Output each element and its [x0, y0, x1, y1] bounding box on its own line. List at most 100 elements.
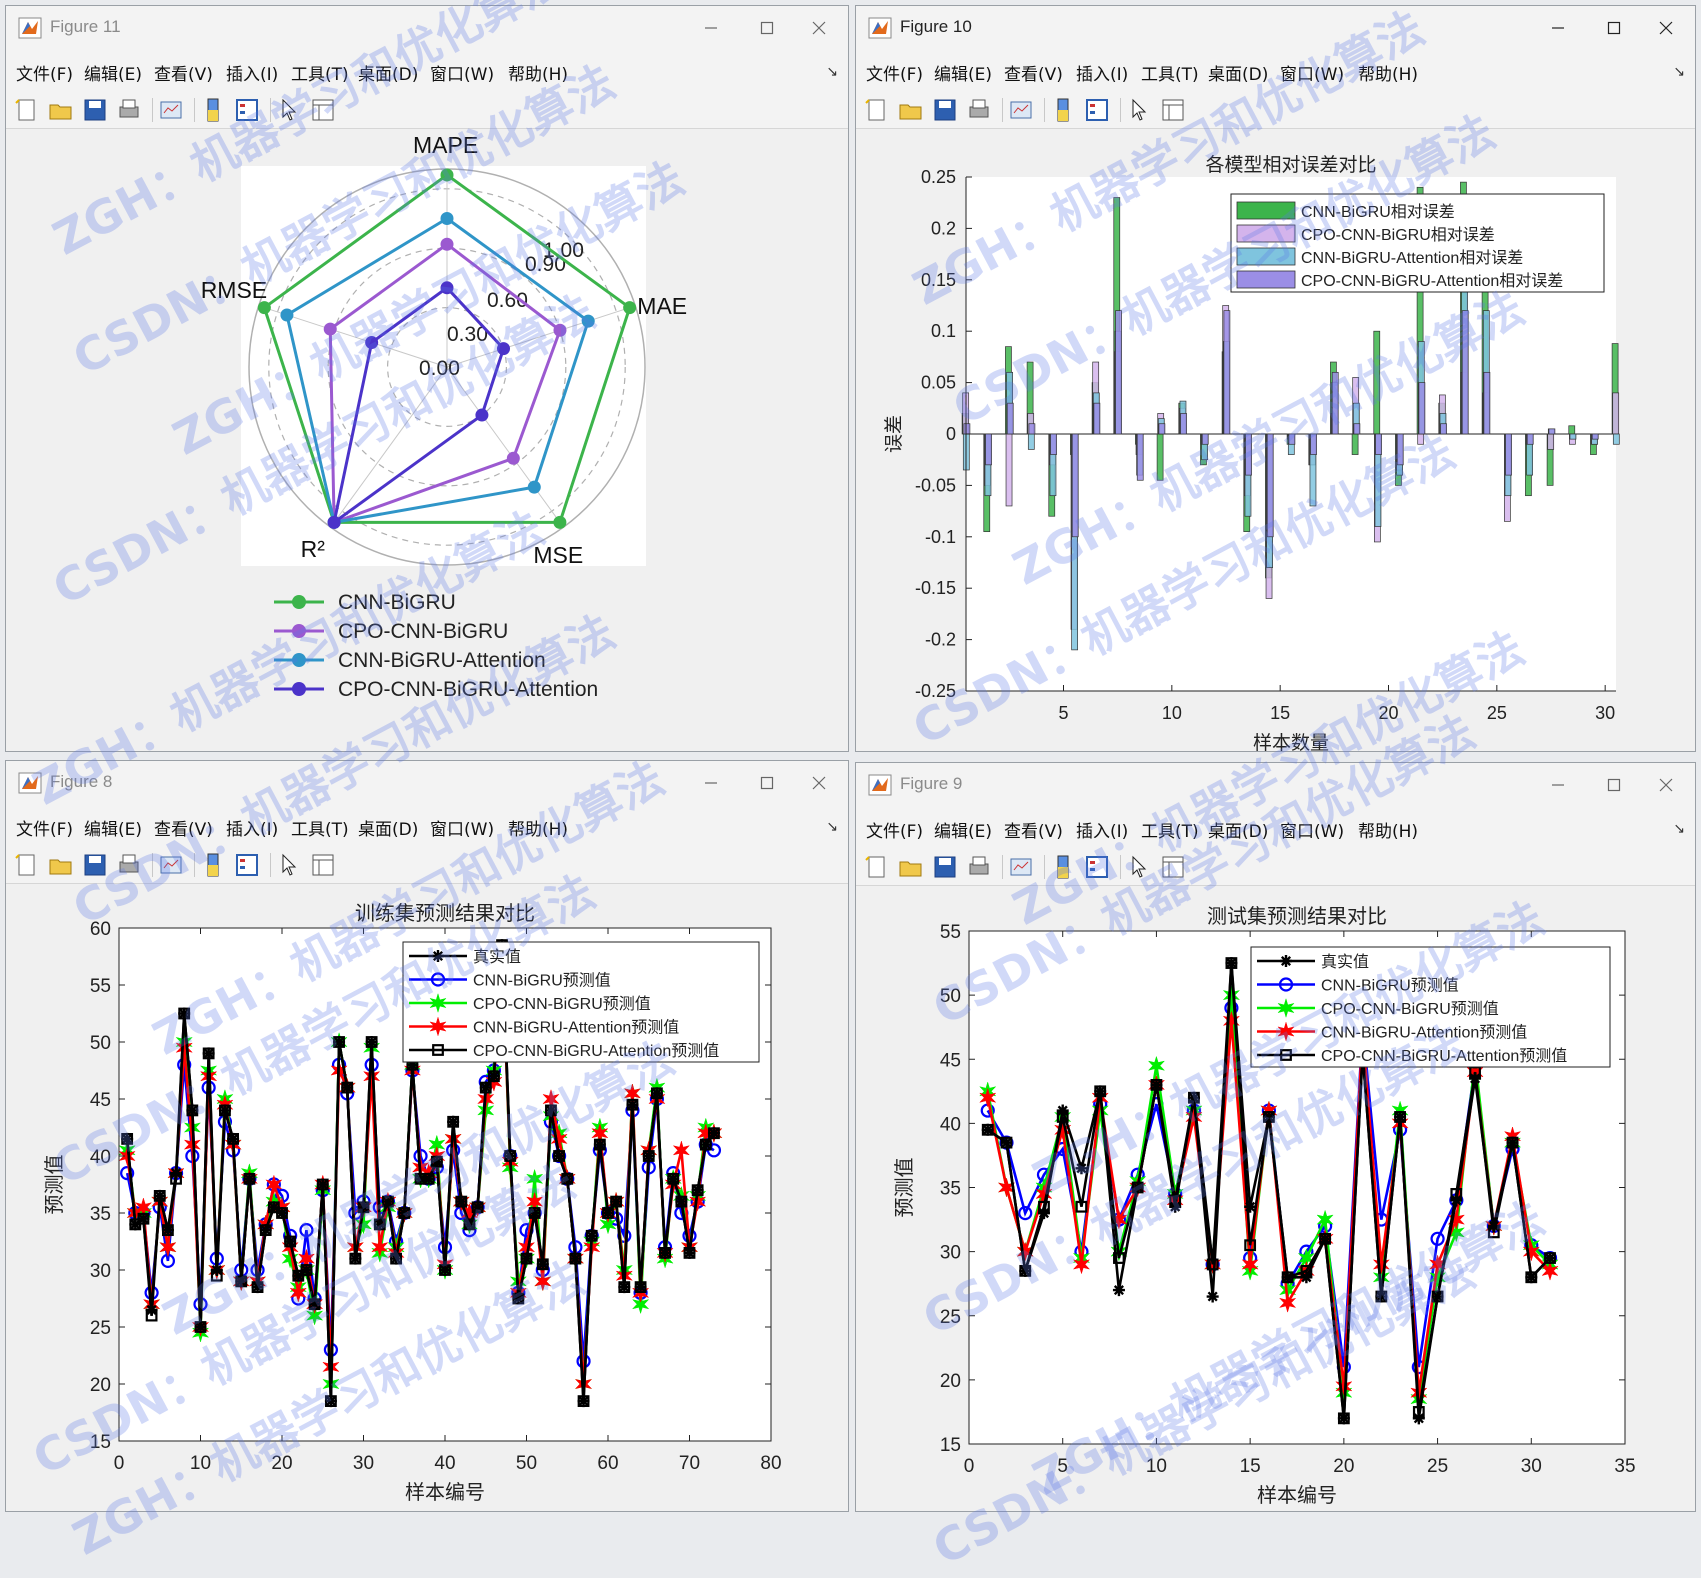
- menu-item[interactable]: 桌面(D): [358, 815, 418, 840]
- save-icon[interactable]: [932, 854, 958, 880]
- open-file-icon[interactable]: [48, 97, 74, 123]
- radar-point: [257, 301, 271, 315]
- minimize-button[interactable]: [686, 12, 736, 44]
- title-bar[interactable]: Figure 9: [856, 763, 1695, 807]
- menu-bar: 文件(F) 编辑(E) 查看(V) 插入(I) 工具(T) 桌面(D) 窗口(W) 帮助(H)…: [856, 50, 1695, 92]
- colorbar-icon[interactable]: [200, 97, 226, 123]
- property-inspector-icon[interactable]: [1160, 97, 1186, 123]
- dock-arrow-icon[interactable]: ↘: [826, 64, 838, 80]
- radar-point: [280, 308, 294, 322]
- menu-item[interactable]: 编辑(E): [934, 817, 992, 842]
- menu-item[interactable]: 查看(V): [1004, 60, 1063, 85]
- title-bar[interactable]: Figure 8: [6, 761, 848, 805]
- close-button[interactable]: [794, 12, 844, 44]
- x-axis-label: 样本编号: [405, 1480, 485, 1504]
- menu-item[interactable]: 编辑(E): [934, 60, 992, 85]
- colorbar-icon[interactable]: [1050, 854, 1076, 880]
- radar-point: [475, 408, 489, 422]
- link-plot-icon[interactable]: [158, 97, 184, 123]
- pointer-icon[interactable]: [1126, 854, 1152, 880]
- menu-item[interactable]: 文件(F): [866, 60, 923, 85]
- menu-item[interactable]: 桌面(D): [1208, 817, 1268, 842]
- open-file-icon[interactable]: [898, 97, 924, 123]
- menu-item[interactable]: 插入(I): [1076, 817, 1128, 842]
- menu-item[interactable]: 工具(T): [1141, 60, 1199, 85]
- close-button[interactable]: [1641, 769, 1691, 801]
- close-button[interactable]: [794, 767, 844, 799]
- maximize-button[interactable]: [742, 12, 792, 44]
- legend-icon[interactable]: [1084, 97, 1110, 123]
- legend-icon[interactable]: [234, 852, 260, 878]
- open-file-icon[interactable]: [48, 852, 74, 878]
- minimize-button[interactable]: [686, 767, 736, 799]
- minimize-button[interactable]: [1533, 12, 1583, 44]
- menu-item[interactable]: 文件(F): [16, 60, 73, 85]
- print-icon[interactable]: [116, 852, 142, 878]
- property-inspector-icon[interactable]: [1160, 854, 1186, 880]
- property-inspector-icon[interactable]: [310, 852, 336, 878]
- dock-arrow-icon[interactable]: ↘: [1673, 64, 1685, 80]
- menu-item[interactable]: 帮助(H): [508, 60, 568, 85]
- link-plot-icon[interactable]: [158, 852, 184, 878]
- maximize-button[interactable]: [1589, 769, 1639, 801]
- menu-item[interactable]: 桌面(D): [1208, 60, 1268, 85]
- minimize-button[interactable]: [1533, 769, 1583, 801]
- save-icon[interactable]: [82, 852, 108, 878]
- menu-item[interactable]: 插入(I): [226, 60, 278, 85]
- menu-item[interactable]: 文件(F): [866, 817, 923, 842]
- menu-item[interactable]: 帮助(H): [1358, 817, 1418, 842]
- legend-icon[interactable]: [234, 97, 260, 123]
- menu-item[interactable]: 查看(V): [1004, 817, 1063, 842]
- radar-point: [440, 281, 454, 295]
- legend-label: CNN-BiGRU相对误差: [1301, 203, 1455, 221]
- menu-item[interactable]: 工具(T): [291, 60, 349, 85]
- open-file-icon[interactable]: [898, 854, 924, 880]
- maximize-button[interactable]: [742, 767, 792, 799]
- new-figure-icon[interactable]: [14, 97, 40, 123]
- dock-arrow-icon[interactable]: ↘: [1673, 821, 1685, 837]
- close-button[interactable]: [1641, 12, 1691, 44]
- legend-swatch: [1236, 247, 1296, 266]
- x-tick-label: 20: [271, 1453, 292, 1474]
- new-figure-icon[interactable]: [864, 97, 890, 123]
- link-plot-icon[interactable]: [1008, 854, 1034, 880]
- bar: [1353, 423, 1361, 435]
- menu-item[interactable]: 插入(I): [226, 815, 278, 840]
- link-plot-icon[interactable]: [1008, 97, 1034, 123]
- property-inspector-icon[interactable]: [310, 97, 336, 123]
- menu-item[interactable]: 插入(I): [1076, 60, 1128, 85]
- print-icon[interactable]: [966, 97, 992, 123]
- pointer-icon[interactable]: [276, 97, 302, 123]
- menu-item[interactable]: 编辑(E): [84, 60, 142, 85]
- menu-item[interactable]: 窗口(W): [1280, 817, 1344, 842]
- menu-item[interactable]: 编辑(E): [84, 815, 142, 840]
- title-bar[interactable]: Figure 10: [856, 6, 1695, 50]
- menu-item[interactable]: 工具(T): [291, 815, 349, 840]
- pointer-icon[interactable]: [1126, 97, 1152, 123]
- colorbar-icon[interactable]: [200, 852, 226, 878]
- save-icon[interactable]: [82, 97, 108, 123]
- menu-item[interactable]: 帮助(H): [508, 815, 568, 840]
- pointer-icon[interactable]: [276, 852, 302, 878]
- maximize-button[interactable]: [1589, 12, 1639, 44]
- menu-item[interactable]: 查看(V): [154, 60, 213, 85]
- menu-item[interactable]: 桌面(D): [358, 60, 418, 85]
- title-bar[interactable]: Figure 11: [6, 6, 848, 50]
- menu-item[interactable]: 帮助(H): [1358, 60, 1418, 85]
- colorbar-icon[interactable]: [1050, 97, 1076, 123]
- menu-item[interactable]: 窗口(W): [1280, 60, 1344, 85]
- legend-icon[interactable]: [1084, 854, 1110, 880]
- menu-item[interactable]: 工具(T): [1141, 817, 1199, 842]
- new-figure-icon[interactable]: [14, 852, 40, 878]
- print-icon[interactable]: [116, 97, 142, 123]
- new-figure-icon[interactable]: [864, 854, 890, 880]
- menu-item[interactable]: 窗口(W): [430, 60, 494, 85]
- radar-ring-label: 0.00: [419, 357, 460, 380]
- dock-arrow-icon[interactable]: ↘: [826, 819, 838, 835]
- save-icon[interactable]: [932, 97, 958, 123]
- menu-item[interactable]: 文件(F): [16, 815, 73, 840]
- menu-item[interactable]: 窗口(W): [430, 815, 494, 840]
- menu-bar: 文件(F) 编辑(E) 查看(V) 插入(I) 工具(T) 桌面(D) 窗口(W) 帮助(H)…: [856, 807, 1695, 849]
- menu-item[interactable]: 查看(V): [154, 815, 213, 840]
- print-icon[interactable]: [966, 854, 992, 880]
